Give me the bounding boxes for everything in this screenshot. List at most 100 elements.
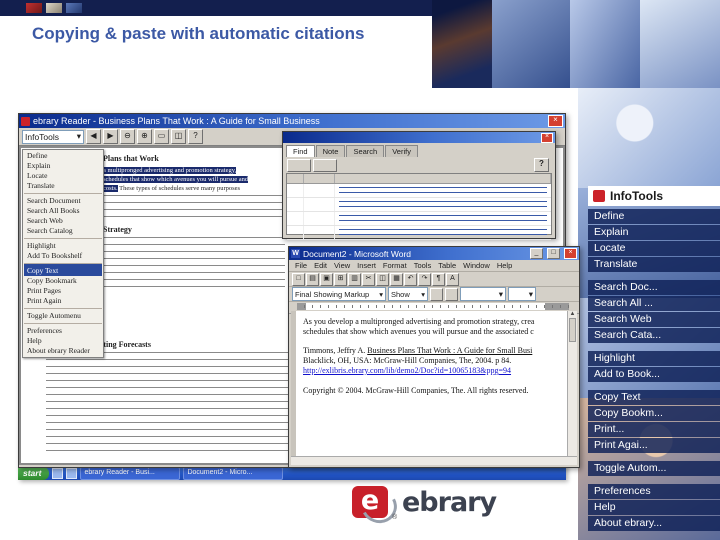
word-toolbar-icon[interactable]: ◫	[376, 272, 389, 286]
word-toolbar-icon[interactable]: ▤	[306, 272, 319, 286]
infotools-menu-item[interactable]: Print Agai...	[588, 438, 720, 453]
context-menu-item[interactable]: Preferences	[24, 323, 102, 336]
word-toolbar-icon[interactable]: A	[446, 272, 459, 286]
word-document[interactable]: As you develop a multipronged advertisin…	[296, 311, 568, 457]
text-line[interactable]: costs. These types of schedules serve ma…	[103, 184, 289, 193]
text-line[interactable]: schedules that show which avenues you wi…	[103, 175, 289, 184]
word-toolbar-icon[interactable]: □	[292, 272, 305, 286]
word-title-bar[interactable]: W Document2 - Microsoft Word _ □ ×	[289, 247, 579, 260]
close-icon[interactable]: ×	[541, 132, 553, 143]
reader-toolbar-icon[interactable]: ◀	[86, 129, 101, 144]
popup-tab[interactable]: Note	[315, 145, 346, 157]
context-menu-item[interactable]: Search Catalog	[24, 226, 102, 236]
context-menu-item[interactable]: Copy Bookmark	[24, 276, 102, 286]
table-row[interactable]	[287, 184, 551, 198]
menu-item[interactable]: Format	[380, 261, 410, 270]
reader-toolbar-icon[interactable]: ▭	[154, 129, 169, 144]
context-menu-item[interactable]: Search Web	[24, 216, 102, 226]
word-toolbar-icon[interactable]: ✂	[362, 272, 375, 286]
context-menu-item[interactable]: Explain	[24, 161, 102, 171]
menu-item[interactable]: Insert	[354, 261, 379, 270]
quick-launch-icon[interactable]	[66, 468, 78, 479]
infotools-menu-item[interactable]: Highlight	[588, 351, 720, 366]
menu-item[interactable]: Table	[435, 261, 459, 270]
menu-item[interactable]: File	[292, 261, 310, 270]
markup-view-dropdown[interactable]: Final Showing Markup ▾	[292, 287, 386, 301]
table-row[interactable]	[287, 212, 551, 226]
infotools-menu-item[interactable]: Print...	[588, 422, 720, 437]
infotools-menu-item[interactable]: Define	[588, 209, 720, 224]
context-menu-item[interactable]: About ebrary Reader	[24, 346, 102, 356]
close-icon[interactable]: ×	[564, 248, 577, 259]
word-toolbar-icon[interactable]: ▥	[348, 272, 361, 286]
infotools-menu-item[interactable]: Help	[588, 500, 720, 515]
infotools-menu-item[interactable]: About ebrary...	[588, 516, 720, 531]
infotools-menu-item[interactable]: Preferences	[588, 484, 720, 499]
table-row[interactable]	[287, 198, 551, 212]
quick-launch-icon[interactable]	[52, 468, 64, 479]
maximize-icon[interactable]: □	[547, 248, 560, 259]
context-menu-item[interactable]: Help	[24, 336, 102, 346]
review-toolbar-icon[interactable]	[445, 287, 458, 301]
word-toolbar-icon[interactable]: ↶	[404, 272, 417, 286]
reader-toolbar-icon[interactable]: ◫	[171, 129, 186, 144]
infotools-menu-item[interactable]: Translate	[588, 257, 720, 272]
word-toolbar-icon[interactable]: ¶	[432, 272, 445, 286]
menu-item[interactable]: Window	[460, 261, 493, 270]
infotools-menu-item[interactable]: Locate	[588, 241, 720, 256]
word-toolbar-icon[interactable]: ↷	[418, 272, 431, 286]
menu-item[interactable]: Tools	[411, 261, 435, 270]
start-button[interactable]: start	[18, 467, 50, 480]
menu-item[interactable]: Help	[494, 261, 515, 270]
table-row[interactable]	[287, 226, 551, 240]
popup-button[interactable]	[313, 159, 337, 172]
infotools-menu-item[interactable]: Copy Bookm...	[588, 406, 720, 421]
infotools-menu-item[interactable]: Explain	[588, 225, 720, 240]
context-menu-item[interactable]: Search All Books	[24, 206, 102, 216]
text-line[interactable]: a multipronged advertising and promotion…	[103, 166, 289, 175]
infotools-menu-item[interactable]: Toggle Autom...	[588, 461, 720, 476]
popup-tab[interactable]: Search	[346, 145, 385, 157]
infotools-dropdown[interactable]: InfoTools ▾	[22, 129, 84, 144]
reader-title-bar[interactable]: ebrary Reader - Business Plans That Work…	[19, 114, 565, 128]
help-icon[interactable]: ?	[534, 158, 549, 172]
zoom-dropdown[interactable]: ▾	[508, 287, 536, 301]
infotools-menu-item[interactable]: Search All ...	[588, 296, 720, 311]
word-toolbar-icon[interactable]: ▣	[320, 272, 333, 286]
context-menu-item[interactable]: Toggle Automenu	[24, 308, 102, 321]
word-toolbar-icon[interactable]: ▦	[390, 272, 403, 286]
taskbar-task-button[interactable]: ebrary Reader - Busi...	[80, 467, 181, 480]
popup-button[interactable]	[287, 159, 311, 172]
review-toolbar-icon[interactable]	[430, 287, 443, 301]
infotools-menu-item[interactable]: Add to Book...	[588, 367, 720, 382]
context-menu-item[interactable]: Copy Text	[24, 263, 102, 276]
infotools-menu-item[interactable]: Copy Text	[588, 390, 720, 405]
popup-title-bar[interactable]: ×	[283, 132, 555, 143]
word-toolbar-icon[interactable]: ⊞	[334, 272, 347, 286]
popup-tab[interactable]: Verify	[385, 145, 418, 157]
minimize-icon[interactable]: _	[530, 248, 543, 259]
menu-item[interactable]: Edit	[311, 261, 330, 270]
reader-toolbar-icon[interactable]: ⊖	[120, 129, 135, 144]
context-menu-item[interactable]: Define	[24, 151, 102, 161]
infotools-menu-item[interactable]: Search Doc...	[588, 280, 720, 295]
reader-toolbar-icon[interactable]: ⊕	[137, 129, 152, 144]
context-menu-item[interactable]: Locate	[24, 171, 102, 181]
context-menu-item[interactable]: Add To Bookshelf	[24, 251, 102, 261]
infotools-menu-item[interactable]: Search Cata...	[588, 328, 720, 343]
show-dropdown[interactable]: Show ▾	[388, 287, 428, 301]
citation-url-link[interactable]: http://exlibris.ebrary.com/lib/demo2/Doc…	[303, 366, 566, 376]
reader-toolbar-icon[interactable]: ?	[188, 129, 203, 144]
context-menu-item[interactable]: Highlight	[24, 238, 102, 251]
context-menu-item[interactable]: Print Pages	[24, 286, 102, 296]
context-menu-item[interactable]: Search Document	[24, 193, 102, 206]
close-icon[interactable]: ×	[548, 115, 563, 127]
context-menu-item[interactable]: Print Again	[24, 296, 102, 306]
infotools-menu-item[interactable]: Search Web	[588, 312, 720, 327]
style-dropdown[interactable]: ▾	[460, 287, 506, 301]
taskbar-task-button[interactable]: Document2 - Micro...	[183, 467, 284, 480]
vertical-scrollbar[interactable]: ▲	[567, 311, 577, 457]
popup-tab[interactable]: Find	[286, 145, 315, 157]
reader-toolbar-icon[interactable]: ▶	[103, 129, 118, 144]
context-menu-item[interactable]: Translate	[24, 181, 102, 191]
